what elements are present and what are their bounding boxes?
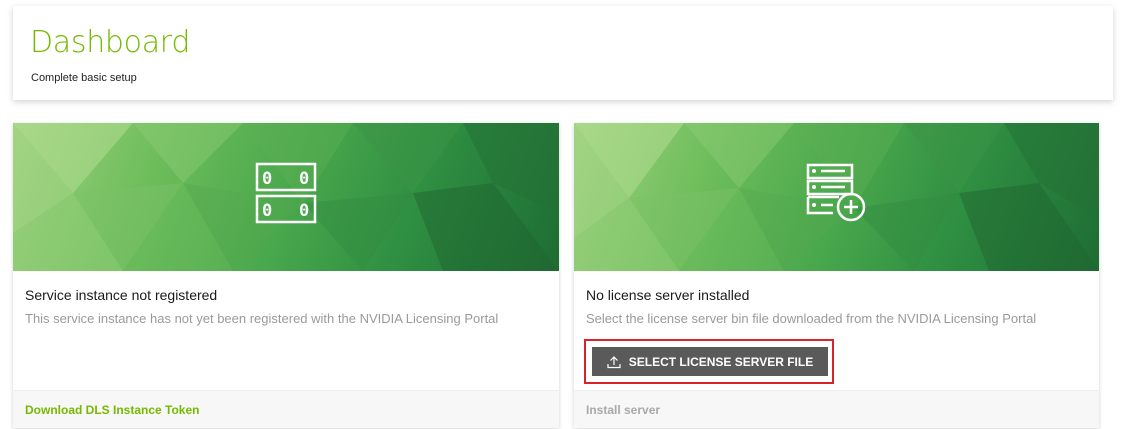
install-server-link[interactable]: Install server xyxy=(586,403,660,417)
download-token-link[interactable]: Download DLS Instance Token xyxy=(25,403,199,417)
select-license-server-file-button[interactable]: SELECT LICENSE SERVER FILE xyxy=(592,347,828,376)
card-description: This service instance has not yet been r… xyxy=(25,311,499,326)
card-description: Select the license server bin file downl… xyxy=(586,311,1037,326)
card-title: No license server installed xyxy=(586,287,750,303)
svg-text:0: 0 xyxy=(299,169,309,189)
server-rack-icon: 0 0 0 0 xyxy=(254,161,318,230)
license-server-card: No license server installed Select the l… xyxy=(574,123,1099,428)
svg-text:0: 0 xyxy=(262,201,272,221)
page-subtitle: Complete basic setup xyxy=(31,72,137,84)
card-footer: Install server xyxy=(574,390,1099,428)
page-title: Dashboard xyxy=(30,25,191,60)
server-add-icon xyxy=(805,161,869,230)
card-banner: 0 0 0 0 xyxy=(13,123,559,271)
button-highlight-box: SELECT LICENSE SERVER FILE xyxy=(584,339,834,384)
dashboard-header: Dashboard Complete basic setup xyxy=(13,6,1113,100)
svg-text:0: 0 xyxy=(299,201,309,221)
card-banner xyxy=(574,123,1099,271)
card-title: Service instance not registered xyxy=(25,287,218,303)
service-instance-card: 0 0 0 0 Service instance not registered Th… xyxy=(13,123,559,428)
select-button-label: SELECT LICENSE SERVER FILE xyxy=(628,354,814,369)
svg-text:0: 0 xyxy=(262,169,272,189)
upload-icon xyxy=(607,355,621,369)
card-footer: Download DLS Instance Token xyxy=(13,390,559,428)
